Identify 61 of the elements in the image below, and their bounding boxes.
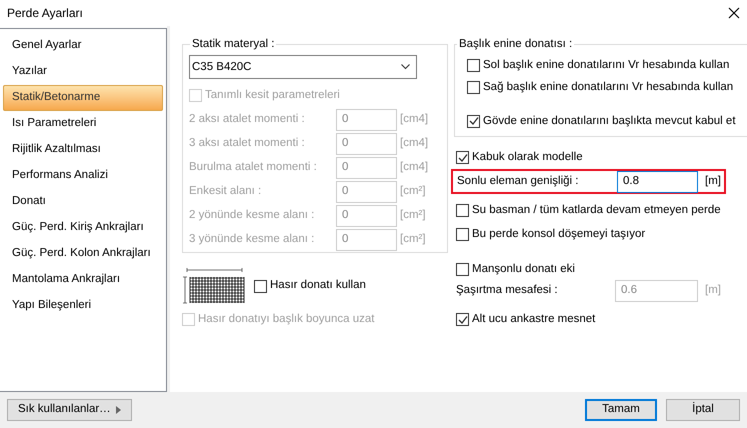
sidebar-item[interactable]: Yapı Bileşenleri (3, 293, 163, 319)
check-icon (458, 152, 468, 163)
checkbox[interactable] (467, 59, 480, 72)
sidebar-item[interactable]: Yazılar (3, 59, 163, 85)
checkbox[interactable] (456, 204, 469, 218)
checkbox-label: Gövde enine donatılarını başlıkta mevcut kabul et (483, 114, 736, 129)
field-label: 3 yönünde kesme alanı : (189, 232, 316, 247)
sidebar-item[interactable]: Donatı (3, 189, 163, 215)
field-label: 2 yönünde kesme alanı : (189, 208, 316, 223)
check-icon (458, 314, 468, 325)
checkbox-label: Bu perde konsol döşemeyi taşıyor (472, 226, 646, 242)
sidebar-item[interactable]: Statik/Betonarme (3, 85, 163, 111)
unit-label: [m] (705, 174, 721, 190)
field-label: Şaşırtma mesafesi : (456, 283, 559, 298)
check-icon (468, 116, 478, 126)
sidebar-item[interactable]: Rijitlik Azaltılması (3, 137, 163, 163)
input-field[interactable]: 0.8 (617, 170, 698, 193)
ok-button[interactable]: Tamam (585, 399, 657, 421)
checkbox-label: Sağ başlık enine donatılarını Vr hesabında kullan (483, 80, 734, 94)
field-label: Burulma atalet momenti : (189, 160, 318, 175)
checkbox[interactable] (456, 228, 469, 241)
sidebar-item[interactable]: Güç. Perd. Kolon Ankrajları (3, 241, 163, 267)
checkbox-label: Hasır donatı kullan (270, 278, 366, 294)
close-icon[interactable] (728, 7, 740, 19)
group-title: Başlık enine donatısı : (458, 37, 574, 52)
field-label: 2 aksı atalet momenti : (189, 112, 306, 127)
unit-label: [cm4] (400, 112, 428, 127)
unit-label: [m] (705, 283, 721, 298)
unit-label: [cm4] (400, 136, 428, 151)
field-label: Sonlu eleman genişliği : (457, 174, 580, 190)
unit-label: [cm4] (400, 160, 428, 175)
checkbox[interactable] (254, 280, 267, 292)
cancel-button[interactable]: İptal (666, 399, 740, 421)
checkbox[interactable] (467, 114, 480, 128)
checkbox-label: Tanımlı kesit parametreleri (205, 88, 340, 104)
material-dropdown[interactable]: C35 B420C (189, 55, 417, 80)
checkbox-label: Alt ucu ankastre mesnet (472, 312, 596, 327)
field-label: Enkesit alanı : (189, 184, 262, 199)
checkbox-label: Su basman / tüm katlarda devam etmeyen perde (472, 203, 721, 218)
unit-label: [cm²] (400, 208, 426, 223)
sidebar-item[interactable]: Performans Analizi (3, 163, 163, 189)
sidebar-item[interactable]: Genel Ayarlar (3, 33, 163, 59)
caret-right-icon (116, 406, 121, 414)
checkbox[interactable] (456, 151, 469, 164)
sidebar-item[interactable]: Mantolama Ankrajları (3, 267, 163, 293)
checkbox-label: Hasır donatıyı başlık boyunca uzat (198, 312, 374, 327)
checkbox-label: Sol başlık enine donatılarını Vr hesabında kullan (483, 58, 730, 74)
checkbox[interactable] (456, 262, 469, 276)
favorites-button[interactable]: Sık kullanılanlar… (7, 399, 132, 421)
checkbox-label: Kabuk olarak modelle (472, 150, 583, 165)
field-label: 3 aksı atalet momenti : (189, 136, 306, 151)
checkbox[interactable] (456, 313, 469, 326)
group-title: Statik materyal : (191, 37, 276, 52)
sidebar-item[interactable]: Güç. Perd. Kiriş Ankrajları (3, 215, 163, 241)
checkbox[interactable] (467, 80, 480, 94)
unit-label: [cm²] (400, 232, 426, 247)
window-title: Perde Ayarları (7, 5, 83, 22)
unit-label: [cm²] (400, 184, 426, 199)
chevron-down-icon (401, 64, 410, 70)
sidebar-item[interactable]: Isı Parametreleri (3, 111, 163, 137)
checkbox-label: Manşonlu donatı eki (472, 262, 575, 277)
